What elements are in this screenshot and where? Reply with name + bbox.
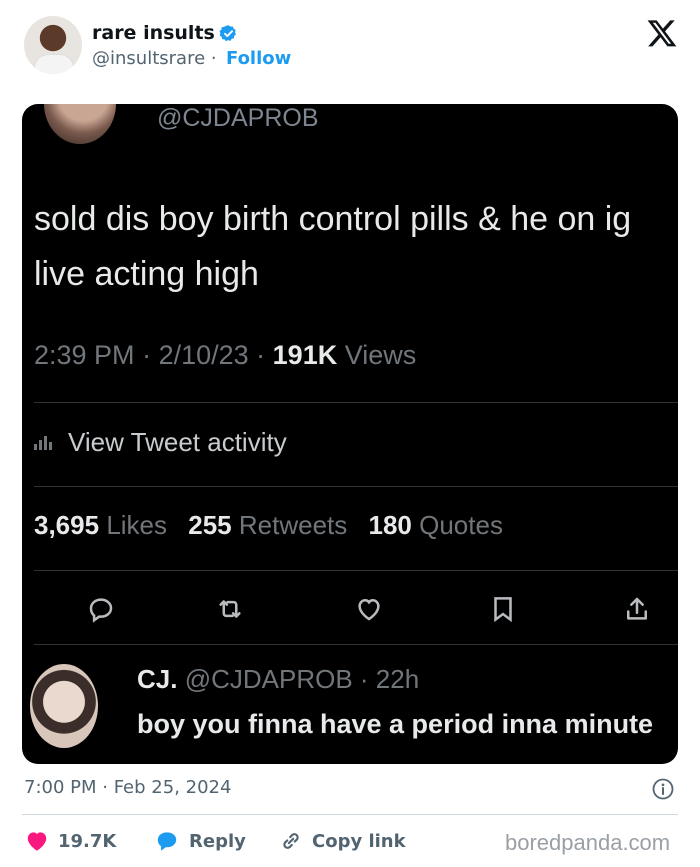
tweet-timestamp[interactable]: 7:00 PM · Feb 25, 2024	[24, 777, 231, 798]
reply-button[interactable]: Reply	[153, 828, 246, 854]
reply-text: boy you finna have a period inna minute	[137, 709, 654, 739]
account-avatar[interactable]	[24, 16, 82, 74]
embedded-tweet-stats: 3,695 Likes 255 Retweets 180 Quotes	[34, 510, 503, 540]
view-tweet-activity: View Tweet activity	[34, 427, 287, 458]
like-button[interactable]: 19.7K	[24, 828, 116, 854]
verified-badge-icon	[219, 25, 237, 42]
divider	[34, 402, 678, 403]
like-count: 19.7K	[58, 830, 117, 852]
retweet-icon	[219, 600, 241, 618]
embedded-tweet-text: sold dis boy birth control pills & he on…	[34, 200, 632, 293]
reply-avatar	[30, 664, 98, 748]
heart-icon	[27, 832, 47, 851]
embedded-top-handle: @CJDAPROB	[157, 104, 319, 132]
bookmark-icon	[494, 597, 512, 623]
info-icon[interactable]	[651, 777, 675, 801]
activity-bars-icon	[34, 435, 54, 450]
follow-button[interactable]: Follow	[226, 48, 291, 69]
reply-icon	[89, 598, 113, 623]
share-icon	[627, 597, 647, 620]
embedded-tweet-meta: 2:39 PM · 2/10/23 · 191K Views	[34, 340, 417, 370]
footer-divider	[22, 814, 678, 815]
watermark: boredpanda.com	[505, 830, 671, 855]
divider	[34, 486, 678, 487]
reply-label: Reply	[189, 830, 246, 852]
copy-link-label: Copy link	[312, 830, 406, 852]
divider	[34, 570, 678, 571]
account-name[interactable]: rare insults	[92, 22, 215, 44]
reply-header: CJ. @CJDAPROB · 22h	[137, 664, 420, 694]
embedded-tweet-screenshot[interactable]: @CJDAPROB sold dis boy birth control pil…	[22, 104, 678, 764]
x-logo-icon[interactable]	[646, 17, 678, 49]
divider	[34, 644, 678, 645]
copy-link-button[interactable]: Copy link	[278, 828, 406, 854]
reply-bubble-icon	[157, 832, 177, 851]
embedded-avatar	[44, 104, 116, 144]
link-icon	[283, 833, 299, 849]
account-handle[interactable]: @insultsrare ·	[92, 48, 217, 69]
like-icon	[358, 598, 380, 621]
